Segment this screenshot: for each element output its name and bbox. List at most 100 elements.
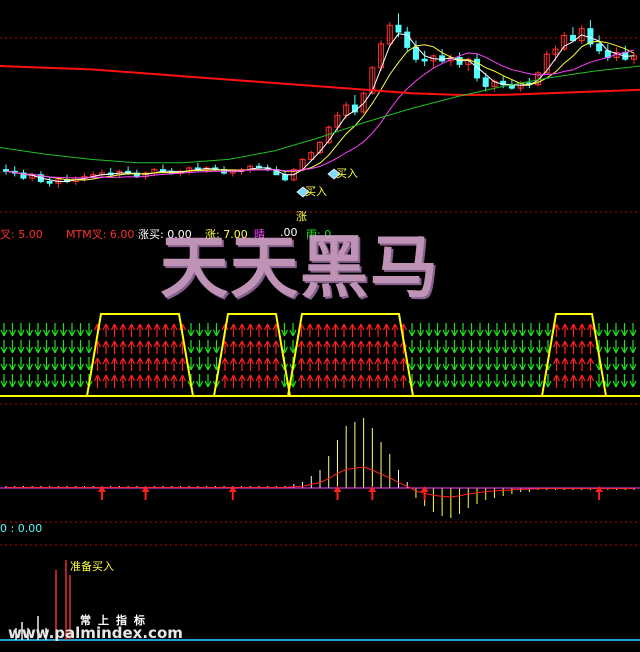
bear-arrow-280 (595, 323, 603, 337)
bull-arrow-77 (161, 340, 170, 354)
bear-arrow-220 (467, 323, 476, 337)
bull-arrow-150 (314, 357, 323, 371)
bull-arrow-144 (306, 323, 314, 337)
bull-arrow-264 (561, 323, 569, 337)
bear-arrow-10 (17, 357, 25, 371)
bull-arrow-107 (221, 374, 229, 388)
bull-arrow-278 (586, 357, 595, 371)
bear-arrow-93 (195, 340, 204, 354)
bull-arrow-49 (102, 340, 110, 354)
bull-arrow-261 (552, 340, 561, 354)
bull-arrow-157 (331, 340, 340, 354)
bull-arrow-130 (272, 357, 280, 371)
bear-arrow-287 (603, 374, 612, 388)
bear-arrow-203 (425, 374, 433, 388)
bear-arrow-295 (620, 374, 629, 388)
bear-arrow-34 (68, 357, 76, 371)
bear-arrow-252 (535, 323, 544, 337)
bull-arrow-51 (102, 374, 110, 388)
bear-arrow-246 (518, 357, 527, 371)
bull-arrow-170 (357, 357, 365, 371)
bull-arrow-142 (297, 357, 306, 371)
candle-body-47 (412, 46, 419, 60)
bear-arrow-3 (0, 374, 8, 388)
watermark-text: 天天黑马 (160, 228, 441, 308)
bull-arrow-162 (340, 357, 348, 371)
bear-arrow-11 (17, 374, 25, 388)
bull-arrow-187 (391, 374, 399, 388)
bear-arrow-284 (603, 323, 612, 337)
bear-arrow-16 (34, 323, 42, 337)
bear-arrow-94 (195, 357, 204, 371)
bull-arrow-176 (374, 323, 382, 337)
bull-arrow-48 (102, 323, 110, 337)
bear-arrow-289 (612, 340, 620, 354)
bull-arrow-147 (306, 374, 314, 388)
bear-arrow-17 (34, 340, 42, 354)
bear-arrow-38 (76, 357, 85, 371)
bear-arrow-96 (204, 323, 212, 337)
bull-arrow-115 (238, 374, 246, 388)
bear-arrow-217 (459, 340, 467, 354)
bull-arrow-116 (246, 323, 255, 337)
bear-arrow-202 (425, 357, 433, 371)
bear-arrow-249 (527, 340, 535, 354)
bear-arrow-247 (518, 374, 527, 388)
bear-arrow-226 (476, 357, 484, 371)
bull-arrow-164 (348, 323, 357, 337)
bull-arrow-57 (119, 340, 127, 354)
bear-arrow-20 (42, 323, 51, 337)
bull-arrow-180 (382, 323, 391, 337)
bear-arrow-250 (527, 357, 535, 371)
bear-arrow-231 (484, 374, 493, 388)
bear-arrow-221 (467, 340, 476, 354)
bear-arrow-236 (501, 323, 510, 337)
bull-arrow-87 (178, 374, 187, 388)
bull-arrow-159 (331, 374, 340, 388)
bear-arrow-98 (204, 357, 212, 371)
bear-arrow-292 (620, 323, 629, 337)
bull-arrow-46 (93, 357, 102, 371)
bull-arrow-268 (569, 323, 578, 337)
panel3-value-label: 0 : 0.00 (0, 522, 43, 535)
bull-arrow-75 (153, 374, 161, 388)
bull-arrow-178 (374, 357, 382, 371)
bear-arrow-26 (51, 357, 59, 371)
bull-arrow-272 (578, 323, 586, 337)
bull-arrow-160 (340, 323, 348, 337)
bear-arrow-254 (535, 357, 544, 371)
candle-body-68 (596, 43, 603, 52)
bear-arrow-32 (68, 323, 76, 337)
bear-arrow-192 (408, 323, 416, 337)
bull-arrow-82 (170, 357, 178, 371)
bear-arrow-97 (204, 340, 212, 354)
bear-arrow-29 (59, 340, 68, 354)
bull-arrow-146 (306, 357, 314, 371)
bull-arrow-70 (144, 357, 153, 371)
bear-arrow-299 (629, 374, 637, 388)
bull-arrow-112 (238, 323, 246, 337)
bear-arrow-205 (433, 340, 442, 354)
bull-arrow-62 (127, 357, 136, 371)
bear-arrow-99 (204, 374, 212, 388)
chart-stage: { "colors": {"up":"#ff3030","down":"#54f… (0, 0, 640, 652)
bull-arrow-125 (263, 340, 272, 354)
bull-arrow-68 (144, 323, 153, 337)
bear-arrow-92 (195, 323, 204, 337)
bear-arrow-21 (42, 340, 51, 354)
bull-arrow-265 (561, 340, 569, 354)
bull-arrow-69 (144, 340, 153, 354)
bear-arrow-7 (8, 374, 17, 388)
bull-arrow-113 (238, 340, 246, 354)
bear-arrow-40 (85, 323, 93, 337)
bear-arrow-37 (76, 340, 85, 354)
bear-arrow-200 (425, 323, 433, 337)
bull-arrow-186 (391, 357, 399, 371)
bull-arrow-143 (297, 374, 306, 388)
bull-arrow-269 (569, 340, 578, 354)
bear-arrow-283 (595, 374, 603, 388)
bull-arrow-149 (314, 340, 323, 354)
bull-arrow-122 (255, 357, 263, 371)
bear-arrow-207 (433, 374, 442, 388)
bear-arrow-290 (612, 357, 620, 371)
